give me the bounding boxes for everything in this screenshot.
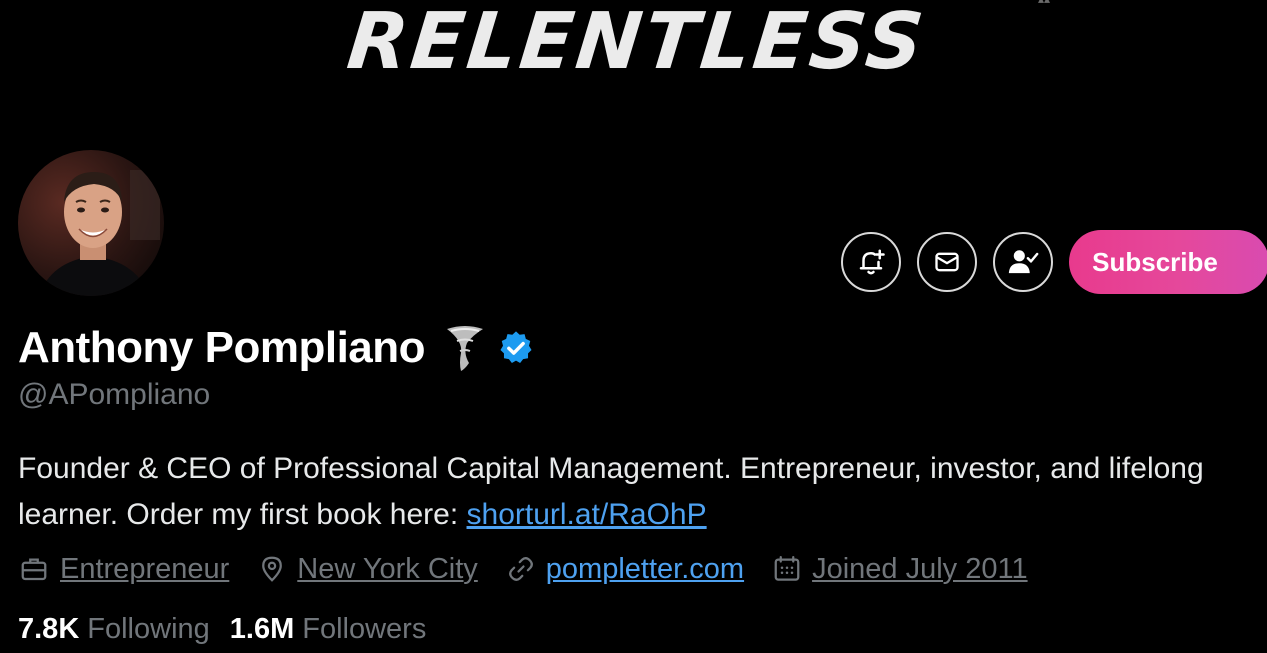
link-icon xyxy=(508,557,533,581)
bell-plus-icon xyxy=(859,249,885,275)
person-check-icon xyxy=(1008,250,1039,274)
verified-badge-icon[interactable] xyxy=(497,329,535,367)
banner-artifact: ▴▴ xyxy=(1038,0,1078,5)
profile-bio: Founder & CEO of Professional Capital Ma… xyxy=(18,446,1258,538)
following-button[interactable] xyxy=(993,232,1053,292)
message-button[interactable] xyxy=(917,232,977,292)
name-row: Anthony Pompliano xyxy=(18,318,535,378)
meta-website[interactable]: pompletter.com xyxy=(506,553,744,586)
tornado-emoji-icon xyxy=(447,326,484,371)
display-name: Anthony Pompliano xyxy=(18,323,426,372)
followers-count: 1.6M xyxy=(229,612,295,645)
meta-joined: Joined July 2011 xyxy=(772,553,1028,586)
website-link[interactable]: pompletter.com xyxy=(546,553,744,586)
meta-profession[interactable]: Entrepreneur xyxy=(18,553,229,586)
following-count: 7.8K xyxy=(18,612,80,645)
profile-handle: @APompliano xyxy=(18,378,211,411)
location-pin-icon xyxy=(262,556,283,582)
profile-stats: 7.8K Following 1.6M Followers xyxy=(18,608,446,650)
banner-title: RELENTLESS xyxy=(343,0,931,87)
avatar-image xyxy=(18,150,164,296)
envelope-icon xyxy=(935,252,959,272)
joined-label: Joined July 2011 xyxy=(812,552,1028,585)
location-label: New York City xyxy=(297,552,478,585)
briefcase-icon xyxy=(21,558,47,581)
profile-actions: Subscribe xyxy=(841,230,1267,294)
subscribe-button[interactable]: Subscribe xyxy=(1069,230,1267,294)
bio-link[interactable]: shorturl.at/RaOhP xyxy=(467,498,707,531)
following-stat[interactable]: 7.8K Following xyxy=(18,613,210,646)
followers-label: Followers xyxy=(302,612,427,645)
profile-banner[interactable]: RELENTLESS ▴▴ xyxy=(0,0,1267,150)
followers-stat[interactable]: 1.6M Followers xyxy=(230,613,427,646)
meta-location[interactable]: New York City xyxy=(257,553,478,586)
following-label: Following xyxy=(87,612,210,645)
profession-label: Entrepreneur xyxy=(60,552,230,585)
avatar[interactable] xyxy=(16,148,166,298)
calendar-icon xyxy=(774,556,800,581)
notify-button[interactable] xyxy=(841,232,901,292)
profile-meta: Entrepreneur New York City pompletter.co… xyxy=(18,548,1056,590)
